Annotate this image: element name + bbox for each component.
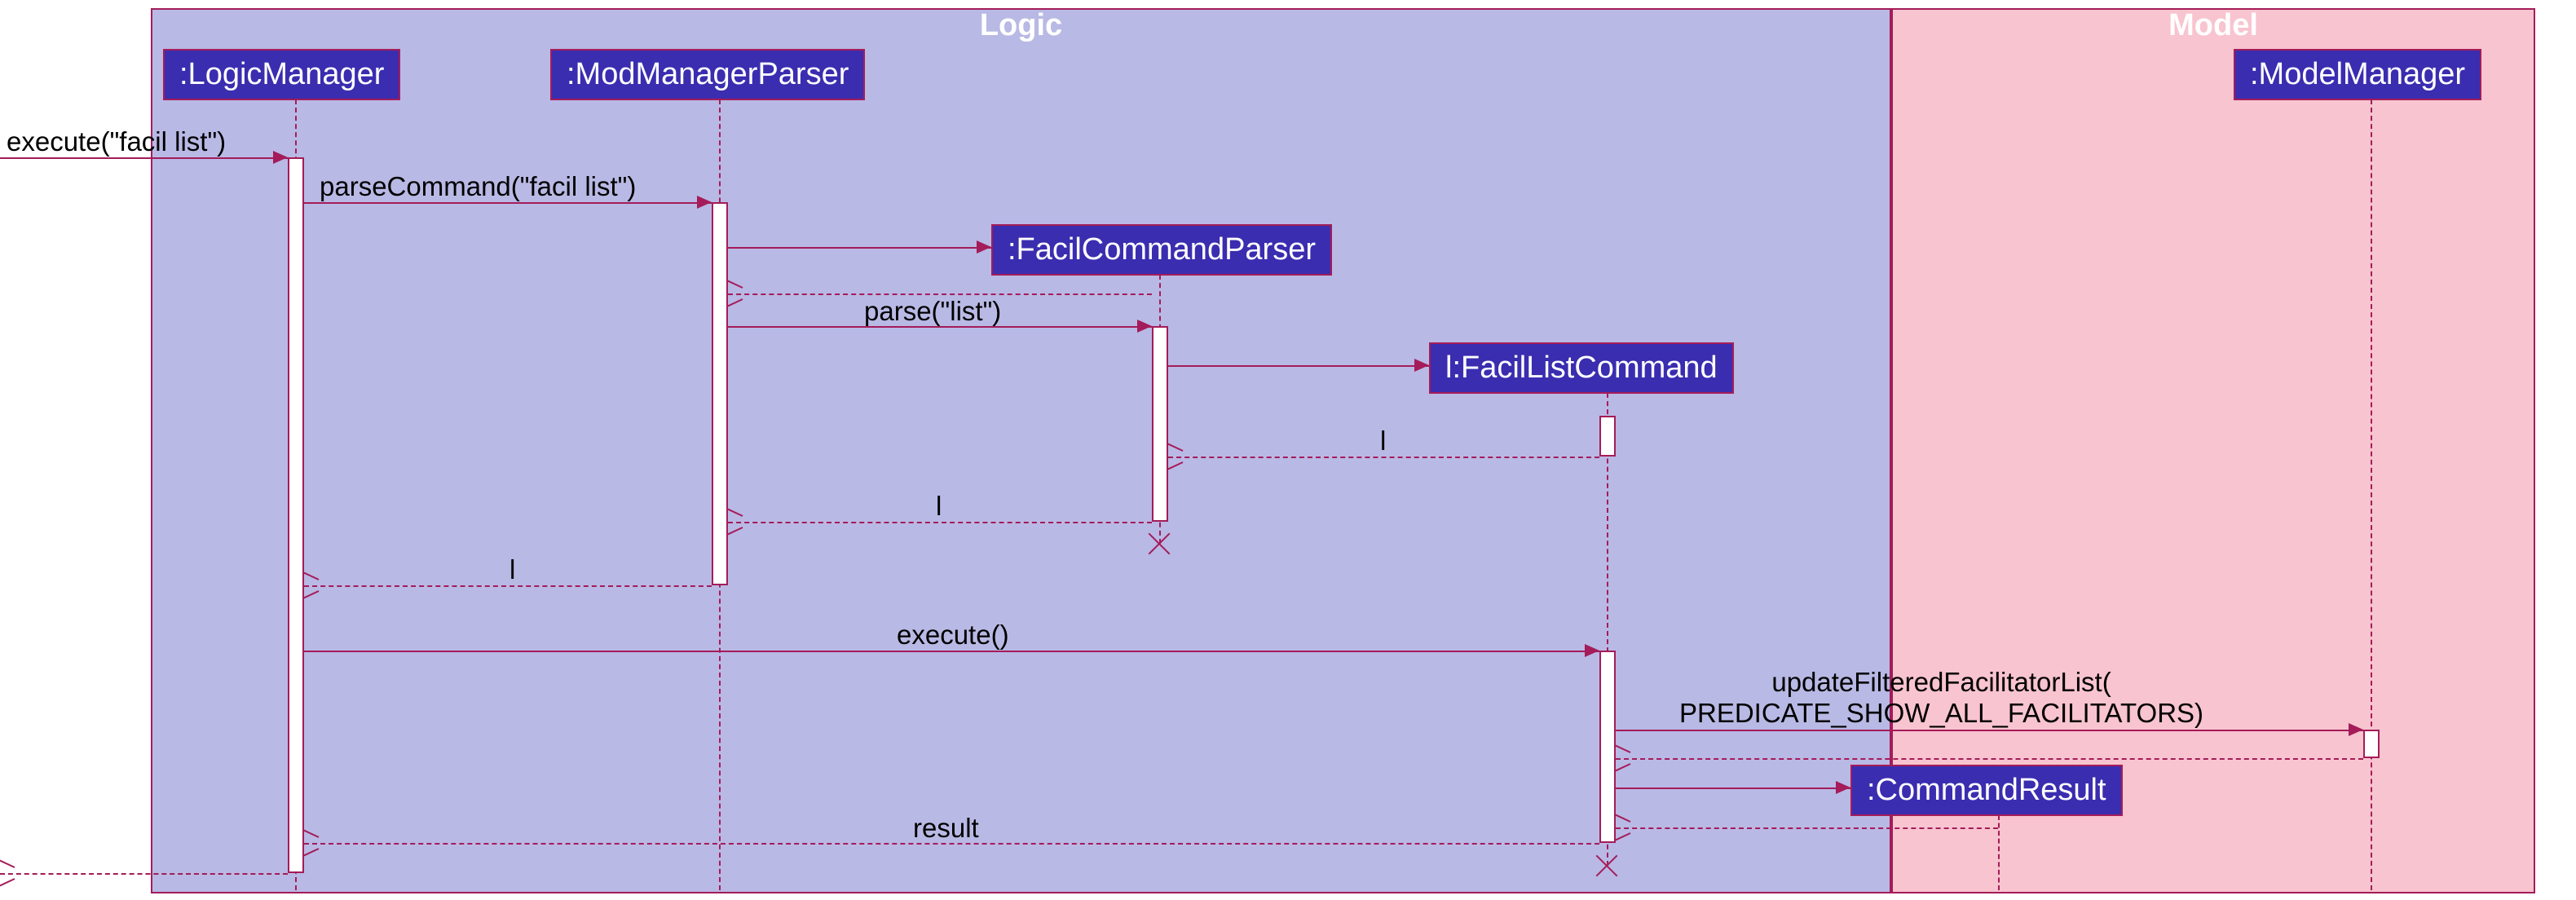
arrow-parse-command (304, 202, 712, 204)
arrowhead-create-list-cmd (1414, 359, 1429, 372)
arrowhead-parse-command (697, 196, 712, 209)
arrowhead-return-result (304, 836, 319, 849)
arrowhead-final-return (0, 867, 15, 880)
activation-mod-manager-parser (712, 202, 728, 585)
arrow-return-create-facil-parser (728, 293, 1152, 295)
arrowhead-parse (1137, 320, 1152, 333)
lifeline-command-result (1998, 815, 2000, 890)
participant-command-result: :CommandResult (1850, 765, 2123, 816)
destroy-facil-parser (1147, 532, 1171, 556)
label-return-l3: l (509, 554, 515, 585)
label-parse: parse("list") (864, 296, 1001, 327)
label-return-l1: l (1380, 426, 1386, 457)
arrow-create-list-cmd (1168, 365, 1429, 367)
arrow-final-return (0, 873, 288, 875)
arrowhead-return-model (1616, 752, 1630, 765)
arrow-return-l3 (304, 585, 712, 587)
package-model: Model (1891, 8, 2535, 893)
label-parse-command: parseCommand("facil list") (320, 171, 636, 202)
arrowhead-return-l2 (728, 515, 743, 528)
activation-model-manager (2363, 730, 2380, 758)
arrow-return-result-obj (1616, 827, 1998, 829)
arrowhead-update-filtered (2349, 723, 2363, 736)
participant-logic-manager: :LogicManager (163, 49, 400, 100)
arrowhead-return-l1 (1168, 450, 1183, 463)
arrowhead-create-result (1836, 781, 1850, 794)
arrow-execute-in (0, 157, 288, 159)
arrow-return-model (1616, 758, 2363, 760)
activation-facil-list-command-2 (1599, 651, 1616, 843)
arrowhead-create-facil-parser (977, 240, 991, 254)
destroy-list-cmd (1595, 854, 1619, 878)
activation-facil-command-parser (1152, 326, 1168, 522)
arrow-create-facil-parser (728, 247, 991, 249)
participant-facil-list-command: l:FacilListCommand (1429, 342, 1734, 394)
arrowhead-return-l3 (304, 579, 319, 592)
arrow-execute-call (304, 651, 1599, 652)
arrow-update-filtered (1616, 730, 2363, 731)
arrow-return-l1 (1168, 457, 1599, 458)
arrowhead-return-result-obj (1616, 821, 1630, 834)
package-model-title: Model (2168, 8, 2258, 43)
arrowhead-execute-in (273, 151, 288, 164)
participant-model-manager: :ModelManager (2234, 49, 2481, 100)
arrowhead-execute-call (1585, 644, 1599, 657)
activation-facil-list-command-1 (1599, 416, 1616, 457)
arrow-return-l2 (728, 522, 1152, 523)
arrowhead-return-create-facil-parser (728, 287, 743, 300)
label-result: result (913, 813, 979, 844)
participant-mod-manager-parser: :ModManagerParser (550, 49, 865, 100)
label-execute: execute("facil list") (7, 126, 226, 157)
label-return-l2: l (936, 491, 942, 522)
participant-facil-command-parser: :FacilCommandParser (991, 224, 1332, 276)
package-logic-title: Logic (980, 8, 1062, 43)
activation-logic-manager (288, 157, 304, 873)
lifeline-model-manager (2371, 99, 2372, 890)
label-execute-call: execute() (897, 620, 1009, 651)
arrow-create-result (1616, 788, 1850, 789)
label-update-filtered: updateFilteredFacilitatorList( PREDICATE… (1679, 667, 2203, 729)
